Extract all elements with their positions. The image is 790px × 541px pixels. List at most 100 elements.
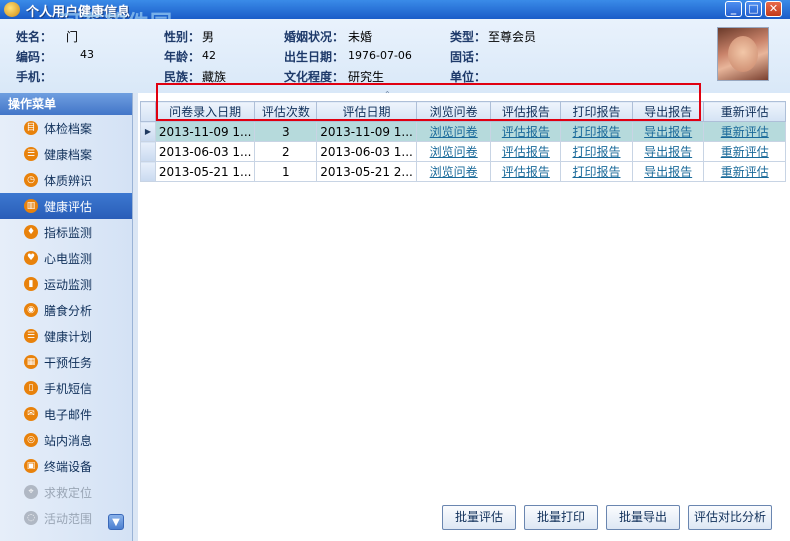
sidebar-item-label: 终端设备 bbox=[44, 459, 93, 474]
sidebar-item-5[interactable]: ♦ 指标监测 bbox=[0, 219, 132, 245]
sidebar-item-9[interactable]: ☰ 健康计划 bbox=[0, 323, 132, 349]
print-link[interactable]: 打印报告 bbox=[560, 161, 633, 182]
sidebar-item-6[interactable]: ♥ 心电监测 bbox=[0, 245, 132, 271]
browse-link[interactable]: 浏览问卷 bbox=[415, 141, 492, 162]
sidebar-item-7[interactable]: ▮ 运动监测 bbox=[0, 271, 132, 297]
marital-value: 未婚 bbox=[348, 30, 373, 44]
sidebar-item-3[interactable]: ◷ 体质辨识 bbox=[0, 167, 132, 193]
row-indicator bbox=[140, 141, 156, 162]
minimize-button[interactable]: _ bbox=[725, 1, 742, 17]
sidebar-item-label: 健康档案 bbox=[44, 147, 93, 162]
count-cell: 1 bbox=[254, 161, 318, 182]
heart-icon: ♥ bbox=[24, 251, 38, 265]
column-header-entry-date[interactable]: 问卷录入日期 bbox=[154, 101, 256, 122]
user-avatar bbox=[717, 27, 769, 81]
entry-date-cell: 2013-11-09 1... bbox=[154, 121, 256, 142]
browse-link[interactable]: 浏览问卷 bbox=[415, 161, 492, 182]
scroll-down-button[interactable]: ▼ bbox=[108, 514, 124, 530]
sidebar-item-11[interactable]: ▯ 手机短信 bbox=[0, 375, 132, 401]
phone-label: 手机： bbox=[16, 70, 53, 84]
education-value: 研究生 bbox=[348, 70, 385, 84]
table-row[interactable]: 2013-06-03 1... 2 2013-06-03 1... 浏览问卷 评… bbox=[140, 141, 786, 162]
column-header-eval-date[interactable]: 评估日期 bbox=[316, 101, 417, 122]
sidebar-item-label: 站内消息 bbox=[44, 433, 93, 448]
range-icon: ◌ bbox=[24, 511, 38, 525]
window-controls: _ □ ✕ bbox=[725, 1, 782, 17]
browse-link[interactable]: 浏览问卷 bbox=[415, 121, 492, 142]
sidebar-item-label: 活动范围 bbox=[44, 511, 93, 526]
user-info-panel: 姓名： 门 编码： 43 手机： 性别： 男 年龄： 42 民族： 藏族 婚姻状… bbox=[0, 19, 790, 93]
column-header-print[interactable]: 打印报告 bbox=[560, 101, 633, 122]
phone-icon: ▯ bbox=[24, 381, 38, 395]
sidebar-item-14[interactable]: ▣ 终端设备 bbox=[0, 453, 132, 479]
sidebar-item-4[interactable]: ▥ 健康评估 bbox=[0, 193, 132, 219]
export-link[interactable]: 导出报告 bbox=[631, 141, 705, 162]
report-link[interactable]: 评估报告 bbox=[490, 161, 562, 182]
birth-label: 出生日期： bbox=[284, 50, 345, 64]
batch-export-button[interactable]: 批量导出 bbox=[606, 505, 680, 530]
assessment-grid-panel: ⌃ 问卷录入日期 评估次数 评估日期 浏览问卷 评估报告 打印报告 导出报告 重… bbox=[138, 90, 786, 541]
clock-icon: ◷ bbox=[24, 173, 38, 187]
sidebar-item-1[interactable]: 目体检档案 bbox=[0, 115, 132, 141]
sidebar-item-label: 体质辨识 bbox=[44, 173, 93, 188]
collapse-arrow-icon[interactable]: ⌃ bbox=[384, 90, 394, 99]
count-cell: 3 bbox=[254, 121, 318, 142]
reeval-link[interactable]: 重新评估 bbox=[703, 121, 786, 142]
reeval-link[interactable]: 重新评估 bbox=[703, 141, 786, 162]
column-header-reeval[interactable]: 重新评估 bbox=[703, 101, 786, 122]
birth-value: 1976-07-06 bbox=[348, 49, 412, 62]
table-row[interactable]: ▶ 2013-11-09 1... 3 2013-11-09 1... 浏览问卷… bbox=[140, 121, 786, 142]
location-icon: ⌖ bbox=[24, 485, 38, 499]
export-link[interactable]: 导出报告 bbox=[631, 161, 705, 182]
print-link[interactable]: 打印报告 bbox=[560, 121, 633, 142]
food-icon: ◉ bbox=[24, 303, 38, 317]
sidebar-item-label: 指标监测 bbox=[44, 225, 93, 240]
batch-print-button[interactable]: 批量打印 bbox=[524, 505, 598, 530]
message-icon: ◎ bbox=[24, 433, 38, 447]
batch-eval-button[interactable]: 批量评估 bbox=[442, 505, 516, 530]
marital-label: 婚姻状况： bbox=[284, 30, 345, 44]
sidebar-item-12[interactable]: ✉ 电子邮件 bbox=[0, 401, 132, 427]
column-header-count[interactable]: 评估次数 bbox=[254, 101, 318, 122]
sidebar-header: 操作菜单 bbox=[0, 93, 132, 115]
sidebar-item-15[interactable]: ⌖ 求救定位 bbox=[0, 479, 132, 505]
landline-label: 固话： bbox=[450, 50, 487, 64]
checkup-icon: 目 bbox=[24, 121, 38, 135]
sidebar: 操作菜单 目体检档案 ☰ 健康档案 ◷ 体质辨识 ▥ 健康评估 ♦ 指标监测 ♥ 心电监测 ▮ 运动监测… bbox=[0, 93, 133, 541]
sidebar-item-label: 健康计划 bbox=[44, 329, 93, 344]
type-label: 类型： bbox=[450, 30, 487, 44]
close-button[interactable]: ✕ bbox=[765, 1, 782, 17]
table-row[interactable]: 2013-05-21 1... 1 2013-05-21 2... 浏览问卷 评… bbox=[140, 161, 786, 182]
plan-icon: ☰ bbox=[24, 329, 38, 343]
title-bar: 个人用户健康信息 _ □ ✕ bbox=[0, 0, 790, 20]
maximize-button[interactable]: □ bbox=[745, 1, 762, 17]
sidebar-item-label: 膳食分析 bbox=[44, 303, 93, 318]
print-link[interactable]: 打印报告 bbox=[560, 141, 633, 162]
report-link[interactable]: 评估报告 bbox=[490, 141, 562, 162]
report-link[interactable]: 评估报告 bbox=[490, 121, 562, 142]
column-header-export[interactable]: 导出报告 bbox=[631, 101, 705, 122]
sidebar-item-label: 手机短信 bbox=[44, 381, 93, 396]
gender-value: 男 bbox=[202, 30, 215, 44]
sidebar-item-8[interactable]: ◉ 膳食分析 bbox=[0, 297, 132, 323]
sidebar-menu: 目体检档案 ☰ 健康档案 ◷ 体质辨识 ▥ 健康评估 ♦ 指标监测 ♥ 心电监测 ▮ 运动监测 ◉ 膳食分析… bbox=[0, 115, 132, 531]
sidebar-item-label: 求救定位 bbox=[44, 485, 93, 500]
sidebar-item-2[interactable]: ☰ 健康档案 bbox=[0, 141, 132, 167]
chart-icon: ▥ bbox=[24, 199, 38, 213]
column-header-browse[interactable]: 浏览问卷 bbox=[415, 101, 492, 122]
assessment-table: 问卷录入日期 评估次数 评估日期 浏览问卷 评估报告 打印报告 导出报告 重新评… bbox=[140, 101, 786, 182]
column-header-report[interactable]: 评估报告 bbox=[490, 101, 562, 122]
count-cell: 2 bbox=[254, 141, 318, 162]
gender-label: 性别： bbox=[164, 30, 201, 44]
entry-date-cell: 2013-05-21 1... bbox=[154, 161, 256, 182]
name-value: 门 bbox=[66, 30, 79, 44]
list-icon: ☰ bbox=[24, 147, 38, 161]
row-selected-icon: ▶ bbox=[140, 121, 156, 142]
reeval-link[interactable]: 重新评估 bbox=[703, 161, 786, 182]
ethnicity-value: 藏族 bbox=[202, 70, 227, 84]
export-link[interactable]: 导出报告 bbox=[631, 121, 705, 142]
sidebar-item-label: 心电监测 bbox=[44, 251, 93, 266]
sidebar-item-13[interactable]: ◎ 站内消息 bbox=[0, 427, 132, 453]
sidebar-item-10[interactable]: ▦ 干预任务 bbox=[0, 349, 132, 375]
compare-analysis-button[interactable]: 评估对比分析 bbox=[688, 505, 772, 530]
